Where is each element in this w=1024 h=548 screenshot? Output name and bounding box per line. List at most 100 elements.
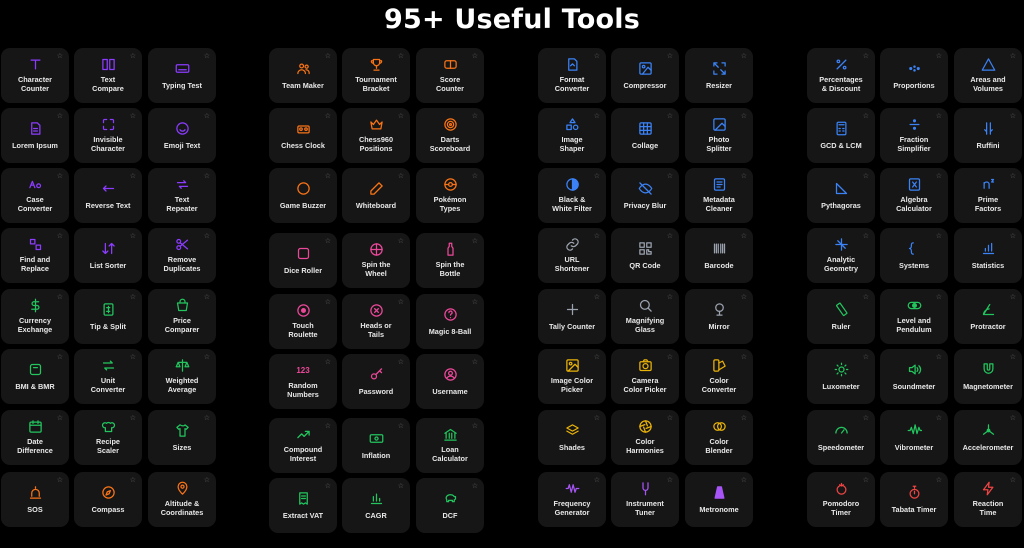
favorite-star-icon[interactable]: ☆ [130, 113, 136, 120]
favorite-star-icon[interactable]: ☆ [57, 113, 63, 120]
favorite-star-icon[interactable]: ☆ [667, 233, 673, 240]
favorite-star-icon[interactable]: ☆ [130, 233, 136, 240]
favorite-star-icon[interactable]: ☆ [863, 415, 869, 422]
tool-tile-fraction-simplifier[interactable]: Fraction Simplifier ☆ [880, 108, 948, 163]
tool-tile-spin-the-wheel[interactable]: Spin the Wheel ☆ [342, 233, 410, 288]
tool-tile-dice-roller[interactable]: Dice Roller ☆ [269, 233, 337, 288]
tool-tile-recipe-scaler[interactable]: Recipe Scaler ☆ [74, 410, 142, 465]
tool-tile-accelerometer[interactable]: Accelerometer ☆ [954, 410, 1022, 465]
favorite-star-icon[interactable]: ☆ [594, 113, 600, 120]
favorite-star-icon[interactable]: ☆ [204, 233, 210, 240]
favorite-star-icon[interactable]: ☆ [741, 477, 747, 484]
favorite-star-icon[interactable]: ☆ [398, 299, 404, 306]
favorite-star-icon[interactable]: ☆ [594, 294, 600, 301]
tool-tile-camera-color-picker[interactable]: Camera Color Picker ☆ [611, 349, 679, 404]
favorite-star-icon[interactable]: ☆ [325, 113, 331, 120]
favorite-star-icon[interactable]: ☆ [1010, 113, 1016, 120]
favorite-star-icon[interactable]: ☆ [936, 173, 942, 180]
favorite-star-icon[interactable]: ☆ [398, 483, 404, 490]
tool-tile-statistics[interactable]: Statistics ☆ [954, 228, 1022, 283]
tool-tile-color-harmonies[interactable]: Color Harmonies ☆ [611, 410, 679, 465]
favorite-star-icon[interactable]: ☆ [741, 354, 747, 361]
tool-tile-game-buzzer[interactable]: Game Buzzer ☆ [269, 168, 337, 223]
tool-tile-color-converter[interactable]: Color Converter ☆ [685, 349, 753, 404]
favorite-star-icon[interactable]: ☆ [204, 415, 210, 422]
tool-tile-typing-test[interactable]: Typing Test ☆ [148, 48, 216, 103]
favorite-star-icon[interactable]: ☆ [325, 359, 331, 366]
tool-tile-unit-converter[interactable]: Unit Converter ☆ [74, 349, 142, 404]
favorite-star-icon[interactable]: ☆ [863, 354, 869, 361]
tool-tile-random-numbers[interactable]: 123 Random Numbers ☆ [269, 354, 337, 409]
tool-tile-tabata-timer[interactable]: Tabata Timer ☆ [880, 472, 948, 527]
tool-tile-password[interactable]: Password ☆ [342, 354, 410, 409]
favorite-star-icon[interactable]: ☆ [667, 477, 673, 484]
tool-tile-privacy-blur[interactable]: Privacy Blur ☆ [611, 168, 679, 223]
favorite-star-icon[interactable]: ☆ [741, 53, 747, 60]
tool-tile-altitude-coordinates[interactable]: Altitude & Coordinates ☆ [148, 472, 216, 527]
tool-tile-proportions[interactable]: Proportions ☆ [880, 48, 948, 103]
tool-tile-text-repeater[interactable]: Text Repeater ☆ [148, 168, 216, 223]
favorite-star-icon[interactable]: ☆ [863, 173, 869, 180]
favorite-star-icon[interactable]: ☆ [57, 477, 63, 484]
tool-tile-text-compare[interactable]: Text Compare ☆ [74, 48, 142, 103]
tool-tile-prime-factors[interactable]: Prime Factors ☆ [954, 168, 1022, 223]
favorite-star-icon[interactable]: ☆ [57, 354, 63, 361]
favorite-star-icon[interactable]: ☆ [1010, 354, 1016, 361]
favorite-star-icon[interactable]: ☆ [863, 53, 869, 60]
favorite-star-icon[interactable]: ☆ [204, 477, 210, 484]
favorite-star-icon[interactable]: ☆ [1010, 173, 1016, 180]
favorite-star-icon[interactable]: ☆ [398, 423, 404, 430]
favorite-star-icon[interactable]: ☆ [863, 113, 869, 120]
tool-tile-currency-exchange[interactable]: Currency Exchange ☆ [1, 289, 69, 344]
favorite-star-icon[interactable]: ☆ [936, 294, 942, 301]
tool-tile-image-shaper[interactable]: Image Shaper ☆ [538, 108, 606, 163]
favorite-star-icon[interactable]: ☆ [325, 173, 331, 180]
favorite-star-icon[interactable]: ☆ [741, 113, 747, 120]
tool-tile-spin-the-bottle[interactable]: Spin the Bottle ☆ [416, 233, 484, 288]
favorite-star-icon[interactable]: ☆ [398, 113, 404, 120]
favorite-star-icon[interactable]: ☆ [1010, 294, 1016, 301]
tool-tile-magnifying-glass[interactable]: Magnifying Glass ☆ [611, 289, 679, 344]
tool-tile-instrument-tuner[interactable]: Instrument Tuner ☆ [611, 472, 679, 527]
favorite-star-icon[interactable]: ☆ [472, 53, 478, 60]
tool-tile-speedometer[interactable]: Speedometer ☆ [807, 410, 875, 465]
tool-tile-pomodoro-timer[interactable]: Pomodoro Timer ☆ [807, 472, 875, 527]
tool-tile-image-color-picker[interactable]: Image Color Picker ☆ [538, 349, 606, 404]
favorite-star-icon[interactable]: ☆ [1010, 477, 1016, 484]
tool-tile-touch-roulette[interactable]: Touch Roulette ☆ [269, 294, 337, 349]
tool-tile-pythagoras[interactable]: Pythagoras ☆ [807, 168, 875, 223]
tool-tile-gcd-lcm[interactable]: GCD & LCM ☆ [807, 108, 875, 163]
tool-tile-vibrometer[interactable]: Vibrometer ☆ [880, 410, 948, 465]
tool-tile-sos[interactable]: SOS ☆ [1, 472, 69, 527]
favorite-star-icon[interactable]: ☆ [204, 354, 210, 361]
tool-tile-magnetometer[interactable]: Magnetometer ☆ [954, 349, 1022, 404]
favorite-star-icon[interactable]: ☆ [398, 359, 404, 366]
favorite-star-icon[interactable]: ☆ [398, 173, 404, 180]
favorite-star-icon[interactable]: ☆ [325, 299, 331, 306]
favorite-star-icon[interactable]: ☆ [204, 173, 210, 180]
favorite-star-icon[interactable]: ☆ [57, 53, 63, 60]
tool-tile-weighted-average[interactable]: Weighted Average ☆ [148, 349, 216, 404]
tool-tile-date-difference[interactable]: Date Difference ☆ [1, 410, 69, 465]
tool-tile-tournament-bracket[interactable]: Tournament Bracket ☆ [342, 48, 410, 103]
favorite-star-icon[interactable]: ☆ [57, 415, 63, 422]
favorite-star-icon[interactable]: ☆ [472, 113, 478, 120]
tool-tile-inflation[interactable]: Inflation ☆ [342, 418, 410, 473]
tool-tile-tip-split[interactable]: Tip & Split ☆ [74, 289, 142, 344]
tool-tile-heads-or-tails[interactable]: Heads or Tails ☆ [342, 294, 410, 349]
favorite-star-icon[interactable]: ☆ [325, 423, 331, 430]
tool-tile-areas-and-volumes[interactable]: Areas and Volumes ☆ [954, 48, 1022, 103]
favorite-star-icon[interactable]: ☆ [936, 477, 942, 484]
tool-tile-case-converter[interactable]: Case Converter ☆ [1, 168, 69, 223]
tool-tile-magic-8-ball[interactable]: Magic 8-Ball ☆ [416, 294, 484, 349]
tool-tile-shades[interactable]: Shades ☆ [538, 410, 606, 465]
favorite-star-icon[interactable]: ☆ [594, 477, 600, 484]
tool-tile-price-comparer[interactable]: Price Comparer ☆ [148, 289, 216, 344]
favorite-star-icon[interactable]: ☆ [667, 113, 673, 120]
tool-tile-protractor[interactable]: Protractor ☆ [954, 289, 1022, 344]
tool-tile-extract-vat[interactable]: Extract VAT ☆ [269, 478, 337, 533]
tool-tile-bmi-bmr[interactable]: BMI & BMR ☆ [1, 349, 69, 404]
tool-tile-format-converter[interactable]: Format Converter ☆ [538, 48, 606, 103]
favorite-star-icon[interactable]: ☆ [472, 359, 478, 366]
favorite-star-icon[interactable]: ☆ [325, 238, 331, 245]
